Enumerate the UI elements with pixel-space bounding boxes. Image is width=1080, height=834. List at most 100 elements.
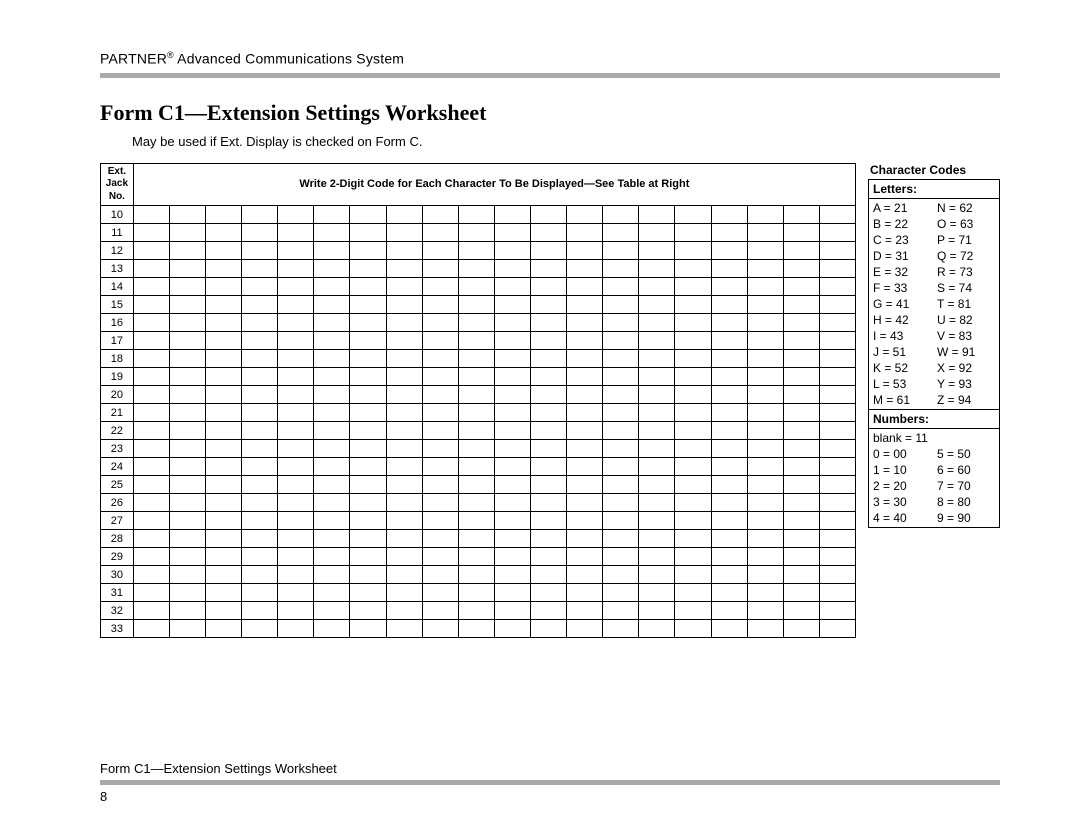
code-cell[interactable] (747, 548, 783, 566)
code-cell[interactable] (783, 224, 819, 242)
code-cell[interactable] (422, 476, 458, 494)
code-cell[interactable] (819, 512, 855, 530)
code-cell[interactable] (206, 422, 242, 440)
code-cell[interactable] (675, 548, 711, 566)
code-cell[interactable] (133, 296, 169, 314)
code-cell[interactable] (278, 368, 314, 386)
code-cell[interactable] (422, 296, 458, 314)
code-cell[interactable] (603, 368, 639, 386)
code-cell[interactable] (819, 242, 855, 260)
code-cell[interactable] (422, 224, 458, 242)
code-cell[interactable] (133, 566, 169, 584)
code-cell[interactable] (314, 602, 350, 620)
code-cell[interactable] (675, 620, 711, 638)
code-cell[interactable] (169, 296, 205, 314)
code-cell[interactable] (783, 476, 819, 494)
code-cell[interactable] (169, 404, 205, 422)
code-cell[interactable] (494, 548, 530, 566)
code-cell[interactable] (783, 260, 819, 278)
code-cell[interactable] (206, 242, 242, 260)
code-cell[interactable] (494, 224, 530, 242)
code-cell[interactable] (567, 458, 603, 476)
code-cell[interactable] (350, 332, 386, 350)
code-cell[interactable] (567, 512, 603, 530)
code-cell[interactable] (133, 332, 169, 350)
code-cell[interactable] (639, 512, 675, 530)
code-cell[interactable] (639, 332, 675, 350)
code-cell[interactable] (350, 584, 386, 602)
code-cell[interactable] (675, 440, 711, 458)
code-cell[interactable] (567, 278, 603, 296)
code-cell[interactable] (350, 476, 386, 494)
code-cell[interactable] (819, 530, 855, 548)
code-cell[interactable] (494, 260, 530, 278)
code-cell[interactable] (639, 584, 675, 602)
code-cell[interactable] (783, 278, 819, 296)
code-cell[interactable] (711, 602, 747, 620)
code-cell[interactable] (747, 242, 783, 260)
code-cell[interactable] (531, 296, 567, 314)
code-cell[interactable] (350, 206, 386, 224)
code-cell[interactable] (494, 512, 530, 530)
code-cell[interactable] (133, 530, 169, 548)
code-cell[interactable] (494, 404, 530, 422)
code-cell[interactable] (242, 458, 278, 476)
code-cell[interactable] (675, 350, 711, 368)
code-cell[interactable] (350, 314, 386, 332)
code-cell[interactable] (314, 440, 350, 458)
code-cell[interactable] (206, 404, 242, 422)
code-cell[interactable] (314, 458, 350, 476)
code-cell[interactable] (314, 530, 350, 548)
code-cell[interactable] (422, 242, 458, 260)
code-cell[interactable] (278, 332, 314, 350)
code-cell[interactable] (819, 368, 855, 386)
code-cell[interactable] (747, 602, 783, 620)
code-cell[interactable] (783, 602, 819, 620)
code-cell[interactable] (278, 512, 314, 530)
code-cell[interactable] (169, 206, 205, 224)
code-cell[interactable] (783, 422, 819, 440)
code-cell[interactable] (711, 512, 747, 530)
code-cell[interactable] (747, 458, 783, 476)
code-cell[interactable] (133, 512, 169, 530)
code-cell[interactable] (783, 440, 819, 458)
code-cell[interactable] (819, 422, 855, 440)
code-cell[interactable] (206, 530, 242, 548)
code-cell[interactable] (133, 494, 169, 512)
code-cell[interactable] (206, 350, 242, 368)
code-cell[interactable] (494, 368, 530, 386)
code-cell[interactable] (133, 350, 169, 368)
code-cell[interactable] (711, 566, 747, 584)
code-cell[interactable] (783, 458, 819, 476)
code-cell[interactable] (603, 314, 639, 332)
code-cell[interactable] (819, 278, 855, 296)
code-cell[interactable] (819, 602, 855, 620)
code-cell[interactable] (350, 260, 386, 278)
code-cell[interactable] (567, 206, 603, 224)
code-cell[interactable] (314, 512, 350, 530)
code-cell[interactable] (531, 620, 567, 638)
code-cell[interactable] (531, 332, 567, 350)
code-cell[interactable] (747, 296, 783, 314)
code-cell[interactable] (675, 476, 711, 494)
code-cell[interactable] (386, 548, 422, 566)
code-cell[interactable] (386, 278, 422, 296)
code-cell[interactable] (567, 530, 603, 548)
code-cell[interactable] (386, 494, 422, 512)
code-cell[interactable] (711, 476, 747, 494)
code-cell[interactable] (242, 422, 278, 440)
code-cell[interactable] (747, 386, 783, 404)
code-cell[interactable] (819, 314, 855, 332)
code-cell[interactable] (494, 566, 530, 584)
code-cell[interactable] (567, 260, 603, 278)
code-cell[interactable] (603, 566, 639, 584)
code-cell[interactable] (350, 512, 386, 530)
code-cell[interactable] (169, 458, 205, 476)
code-cell[interactable] (675, 512, 711, 530)
code-cell[interactable] (314, 422, 350, 440)
code-cell[interactable] (531, 566, 567, 584)
code-cell[interactable] (783, 314, 819, 332)
code-cell[interactable] (458, 440, 494, 458)
code-cell[interactable] (350, 440, 386, 458)
code-cell[interactable] (458, 620, 494, 638)
